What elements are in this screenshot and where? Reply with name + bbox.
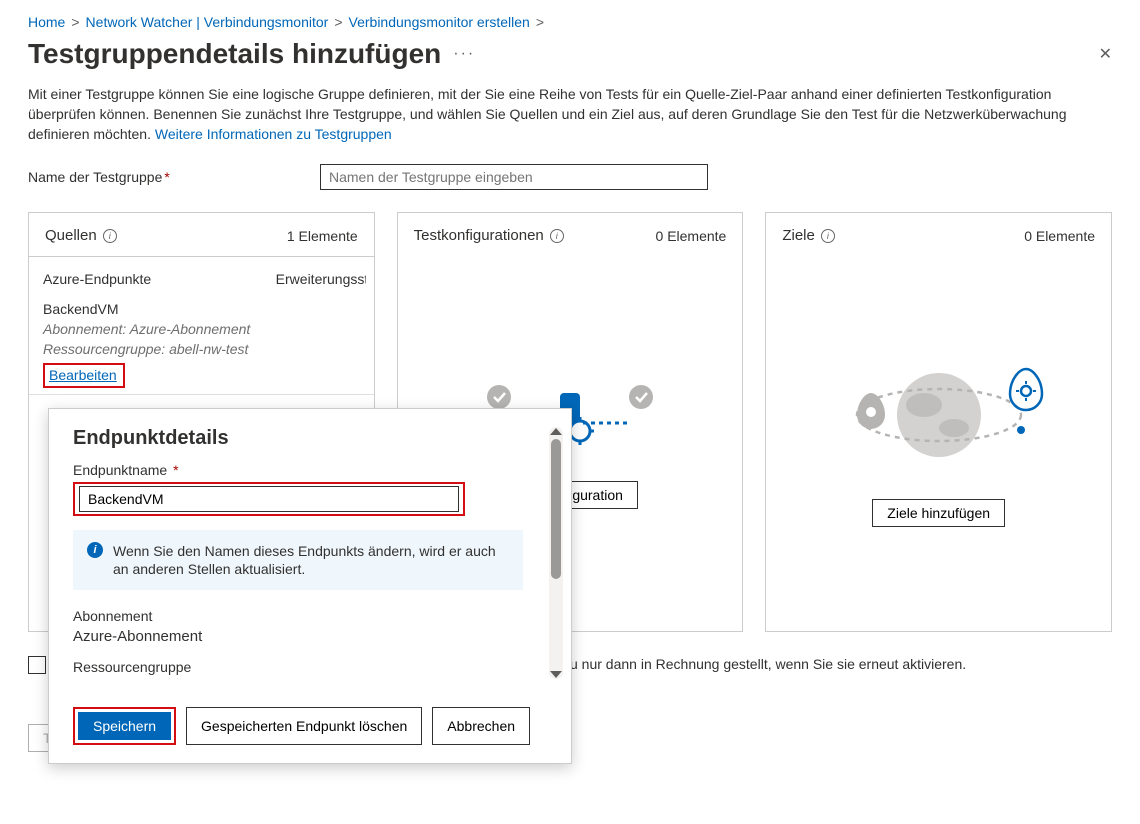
chevron-right-icon: >: [334, 14, 342, 30]
testgroup-name-input[interactable]: [320, 164, 708, 190]
configs-count: 0 Elemente: [656, 228, 727, 244]
info-icon[interactable]: i: [550, 229, 564, 243]
endpoint-details-popup: Endpunktdetails Endpunktname * i Wenn Si…: [48, 408, 572, 764]
popup-title: Endpunktdetails: [73, 427, 523, 450]
bc-home[interactable]: Home: [28, 14, 65, 30]
more-icon[interactable]: ···: [453, 45, 475, 63]
info-icon[interactable]: i: [103, 229, 117, 243]
breadcrumb: Home > Network Watcher | Verbindungsmonit…: [28, 14, 1112, 30]
intro-link[interactable]: Weitere Informationen zu Testgruppen: [155, 126, 392, 142]
subscription-value: Azure-Abonnement: [73, 628, 523, 645]
name-field-label: Name der Testgruppe*: [28, 169, 308, 185]
chevron-right-icon: >: [536, 14, 544, 30]
add-targets-button[interactable]: Ziele hinzufügen: [872, 499, 1005, 527]
rg-label: Ressourcengruppe: [73, 659, 523, 675]
scroll-down-icon[interactable]: [550, 671, 562, 678]
bc-watcher[interactable]: Network Watcher | Verbindungsmonitor: [86, 14, 329, 30]
info-icon: i: [87, 542, 103, 558]
intro-text: Mit einer Testgruppe können Sie eine log…: [28, 84, 1108, 144]
scroll-up-icon[interactable]: [550, 428, 562, 435]
source-item-subscription: Abonnement: Azure-Abonnement: [43, 321, 360, 337]
azure-endpoints-col: Azure-Endpunkte: [43, 271, 151, 287]
info-callout: i Wenn Sie den Namen dieses Endpunkts än…: [73, 530, 523, 590]
endpoint-name-label: Endpunktname *: [73, 462, 523, 478]
disable-checkbox[interactable]: [28, 656, 46, 674]
configs-title: Testkonfigurationen: [414, 227, 544, 244]
targets-count: 0 Elemente: [1024, 228, 1095, 244]
bc-create[interactable]: Verbindungsmonitor erstellen: [349, 14, 530, 30]
cancel-popup-button[interactable]: Abbrechen: [432, 707, 530, 745]
subscription-label: Abonnement: [73, 608, 523, 624]
endpoint-name-input[interactable]: [79, 486, 459, 512]
ext-status-col: Erweiterungsstatus: [276, 271, 366, 287]
scroll-thumb[interactable]: [551, 439, 561, 579]
sources-count: 1 Elemente: [287, 228, 358, 244]
save-button[interactable]: Speichern: [78, 712, 171, 740]
info-icon[interactable]: i: [821, 229, 835, 243]
sources-title: Quellen: [45, 227, 97, 244]
scrollbar[interactable]: [549, 427, 563, 679]
delete-endpoint-button[interactable]: Gespeicherten Endpunkt löschen: [186, 707, 422, 745]
targets-card: Zielei 0 Elemente Ziele hinzufügen: [765, 212, 1112, 632]
source-item-rg: Ressourcengruppe: abell-nw-test: [43, 341, 360, 357]
targets-illustration: [824, 360, 1054, 475]
targets-title: Ziele: [782, 227, 815, 244]
chevron-right-icon: >: [71, 14, 79, 30]
page-title: Testgruppendetails hinzufügen: [28, 38, 441, 70]
source-item-name: BackendVM: [43, 301, 360, 317]
close-icon[interactable]: ✕: [1099, 44, 1112, 64]
edit-source-link[interactable]: Bearbeiten: [49, 367, 117, 383]
